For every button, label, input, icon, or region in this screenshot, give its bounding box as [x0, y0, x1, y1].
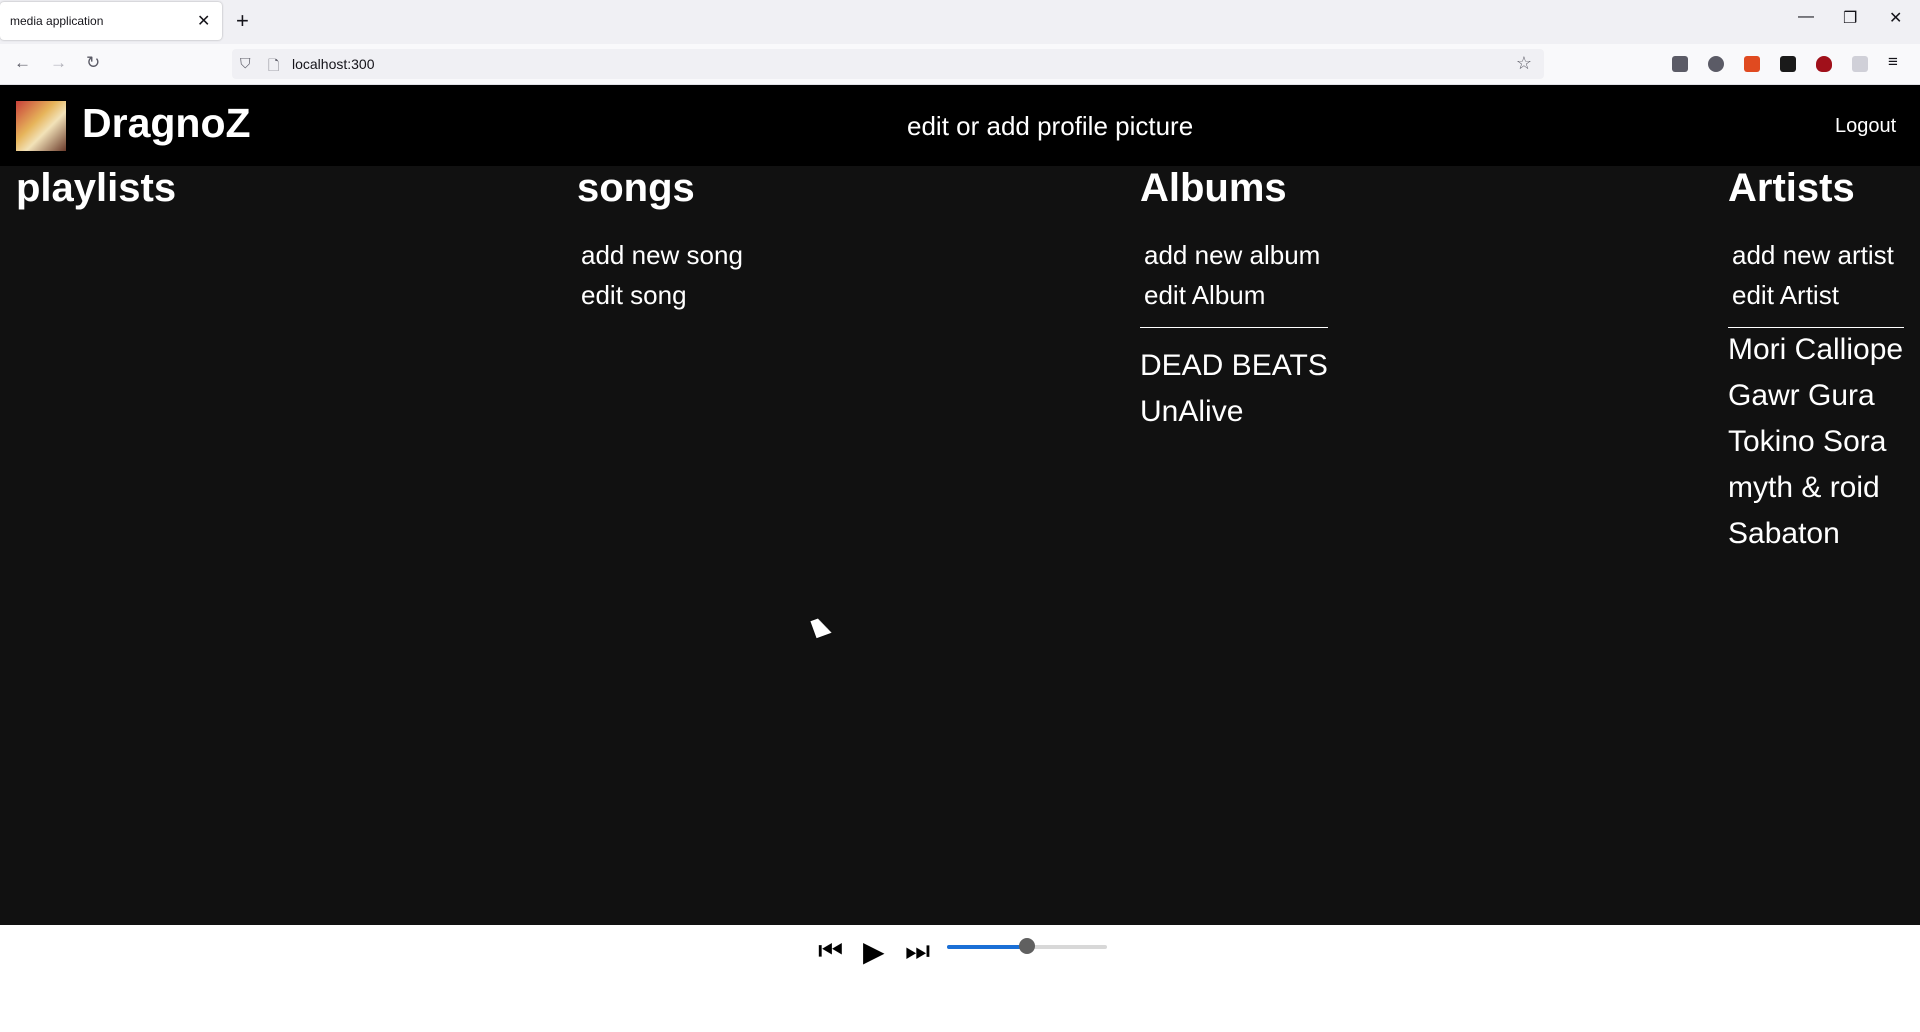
tab-title: media application: [10, 14, 104, 28]
forward-icon[interactable]: →: [50, 53, 67, 73]
url-bar[interactable]: ⛉ 🗋 localhost:300 ☆: [232, 49, 1544, 79]
ublock-icon[interactable]: [1816, 56, 1832, 72]
artist-item[interactable]: Gawr Gura: [1728, 379, 1875, 413]
extension-w-icon[interactable]: [1780, 56, 1796, 72]
page-icon: 🗋: [268, 57, 280, 73]
username: DragnoZ: [82, 100, 251, 146]
extension-b-icon[interactable]: [1708, 56, 1724, 72]
edit-profile-picture-link[interactable]: edit or add profile picture: [907, 111, 1193, 142]
browser-tab[interactable]: media application ✕: [0, 2, 222, 40]
edit-artist-link[interactable]: edit Artist: [1732, 280, 1839, 311]
artist-item[interactable]: Sabaton: [1728, 517, 1840, 551]
menu-icon[interactable]: ≡: [1888, 52, 1898, 72]
add-new-album-link[interactable]: add new album: [1144, 240, 1320, 271]
artist-item[interactable]: Tokino Sora: [1728, 425, 1886, 459]
add-new-song-link[interactable]: add new song: [581, 240, 743, 271]
edit-album-link[interactable]: edit Album: [1144, 280, 1265, 311]
artists-title: Artists: [1728, 166, 1855, 210]
avatar[interactable]: [16, 101, 66, 151]
artists-divider: [1728, 327, 1904, 328]
artist-item[interactable]: myth & roid: [1728, 471, 1880, 505]
shield-icon[interactable]: ⛉: [240, 55, 251, 72]
albums-divider: [1140, 327, 1328, 328]
artist-item[interactable]: Mori Calliope: [1728, 333, 1903, 367]
play-icon[interactable]: ▶: [863, 935, 885, 968]
logout-button[interactable]: Logout: [1835, 115, 1896, 138]
songs-title: songs: [577, 166, 695, 210]
close-tab-icon[interactable]: ✕: [197, 11, 210, 31]
add-new-artist-link[interactable]: add new artist: [1732, 240, 1894, 271]
mouse-cursor-icon: [810, 615, 832, 639]
volume-slider[interactable]: [947, 938, 1107, 954]
new-tab-icon[interactable]: +: [236, 8, 249, 34]
back-icon[interactable]: ←: [14, 53, 31, 73]
minimize-icon[interactable]: —: [1798, 8, 1814, 26]
main-content: playlists songs add new song edit song A…: [0, 166, 1920, 925]
previous-track-icon[interactable]: ⏮: [818, 935, 843, 968]
bookmark-star-icon[interactable]: ☆: [1516, 53, 1532, 74]
next-track-icon[interactable]: ⏭: [905, 935, 930, 968]
extension-puzzle-icon[interactable]: [1852, 56, 1868, 72]
playlists-title: playlists: [16, 166, 177, 210]
albums-title: Albums: [1140, 166, 1287, 210]
extension-screenshot-icon[interactable]: [1744, 56, 1760, 72]
pocket-icon[interactable]: [1672, 56, 1688, 72]
edit-song-link[interactable]: edit song: [581, 280, 687, 311]
album-item[interactable]: UnAlive: [1140, 395, 1243, 429]
close-window-icon[interactable]: ✕: [1889, 8, 1902, 28]
album-item[interactable]: DEAD BEATS: [1140, 349, 1328, 383]
browser-tab-bar: media application ✕ + — ❐ ✕: [0, 0, 1920, 44]
player-bar: ⏮ ▶ ⏭: [0, 925, 1920, 1032]
slider-thumb[interactable]: [1019, 938, 1035, 954]
restore-icon[interactable]: ❐: [1843, 8, 1857, 28]
browser-nav-bar: ← → ↻ ⛉ 🗋 localhost:300 ☆ ≡: [0, 44, 1920, 85]
app-header: DragnoZ edit or add profile picture Logo…: [0, 85, 1920, 166]
slider-fill: [947, 945, 1027, 949]
reload-icon[interactable]: ↻: [86, 53, 100, 73]
url-text[interactable]: localhost:300: [292, 56, 375, 72]
